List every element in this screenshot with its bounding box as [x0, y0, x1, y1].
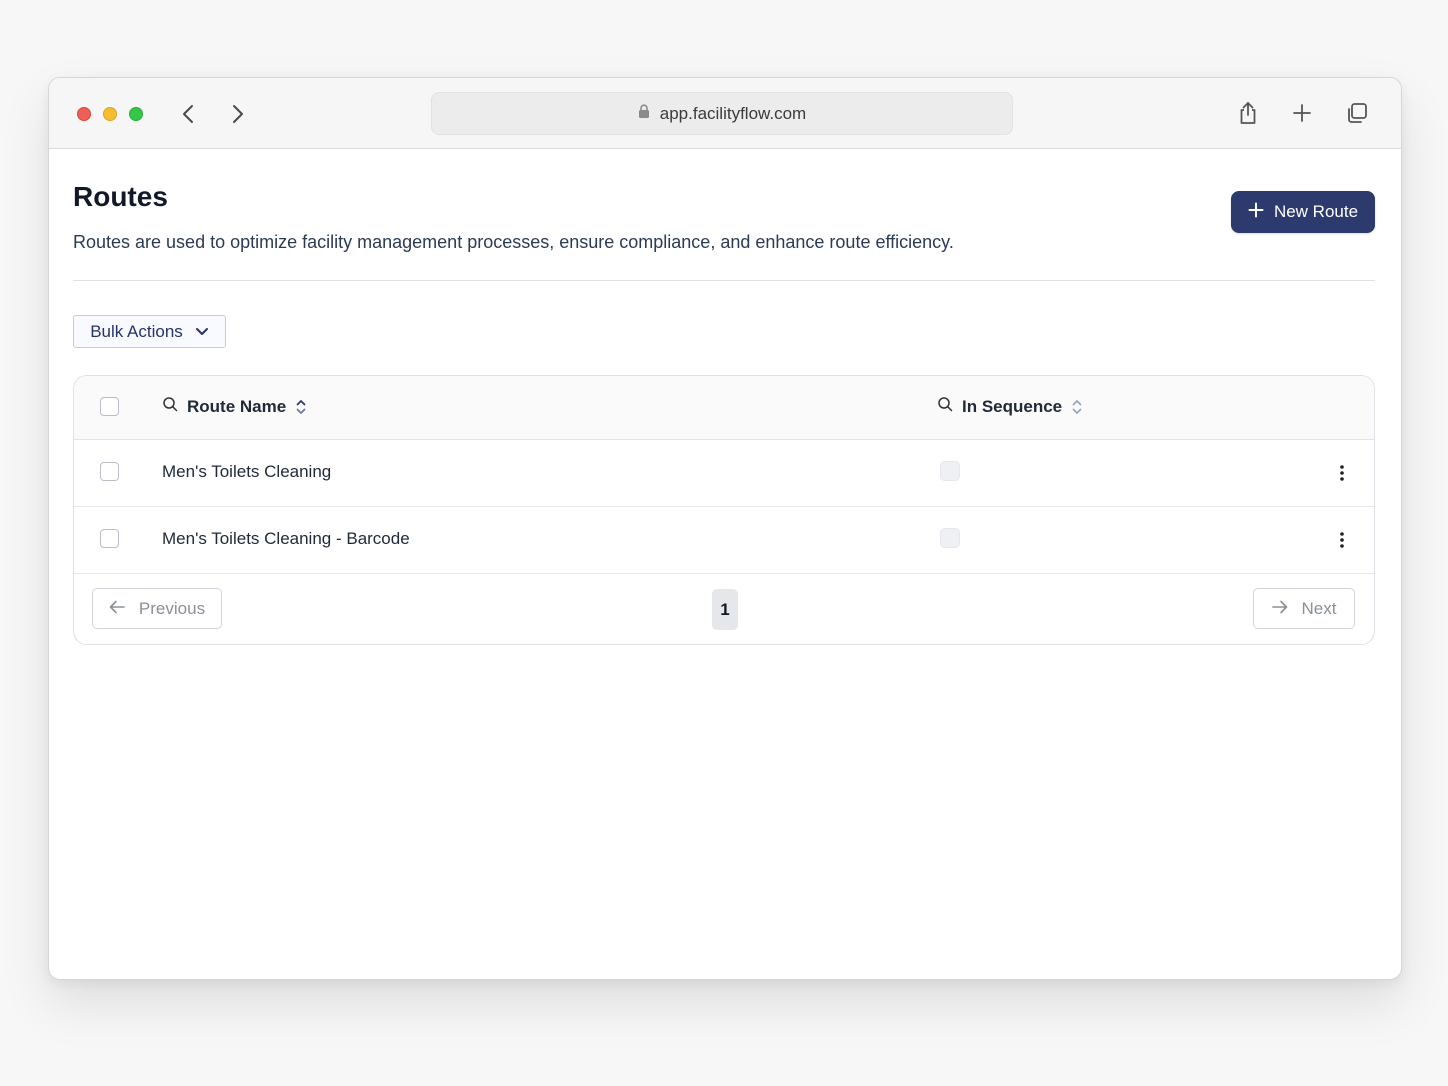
browser-window: app.facilityflow.com Routes Routes are u… — [48, 77, 1402, 980]
select-all-checkbox[interactable] — [100, 397, 119, 416]
browser-toolbar: app.facilityflow.com — [49, 78, 1401, 149]
previous-page-button[interactable]: Previous — [92, 588, 222, 629]
search-icon[interactable] — [937, 396, 953, 417]
in-sequence-checkbox — [940, 461, 960, 481]
column-in-sequence: In Sequence — [937, 396, 1083, 417]
column-label-in-sequence: In Sequence — [962, 396, 1063, 416]
header-divider — [73, 280, 1375, 281]
chevron-down-icon — [195, 322, 209, 342]
new-route-button[interactable]: New Route — [1231, 191, 1375, 233]
column-label-route-name: Route Name — [187, 396, 287, 416]
sort-icon[interactable] — [295, 398, 307, 416]
share-icon[interactable] — [1235, 100, 1261, 126]
page-description: Routes are used to optimize facility man… — [73, 232, 954, 252]
more-options-icon[interactable] — [1332, 460, 1352, 486]
minimize-window-button[interactable] — [103, 107, 117, 121]
plus-icon — [1248, 202, 1264, 223]
url-text: app.facilityflow.com — [659, 103, 807, 123]
forward-icon[interactable] — [226, 102, 250, 126]
in-sequence-checkbox — [940, 528, 960, 548]
new-route-label: New Route — [1273, 202, 1359, 221]
close-window-button[interactable] — [77, 107, 91, 121]
row-checkbox[interactable] — [100, 529, 119, 548]
page-number-current[interactable]: 1 — [712, 589, 738, 630]
bulk-actions-label: Bulk Actions — [90, 321, 183, 341]
routes-table: Route Name In Sequence Men's Toilets Cle… — [73, 375, 1375, 645]
bulk-actions-dropdown[interactable]: Bulk Actions — [73, 315, 226, 348]
search-icon[interactable] — [162, 396, 178, 417]
column-route-name: Route Name — [162, 396, 307, 417]
arrow-left-icon — [109, 599, 125, 619]
sort-icon[interactable] — [1071, 398, 1083, 416]
more-options-icon[interactable] — [1332, 527, 1352, 553]
previous-label: Previous — [138, 598, 206, 618]
route-name-cell: Men's Toilets Cleaning - Barcode — [162, 529, 410, 548]
maximize-window-button[interactable] — [129, 107, 143, 121]
arrow-right-icon — [1271, 599, 1288, 619]
page-title: Routes — [73, 181, 168, 212]
route-name-cell: Men's Toilets Cleaning — [162, 462, 332, 481]
next-label: Next — [1301, 598, 1337, 618]
table-header: Route Name In Sequence — [74, 376, 1374, 440]
next-page-button[interactable]: Next — [1253, 588, 1355, 629]
row-checkbox[interactable] — [100, 462, 119, 481]
lock-icon — [638, 103, 650, 124]
tab-overview-icon[interactable] — [1344, 100, 1370, 126]
table-row[interactable]: Men's Toilets Cleaning - Barcode — [74, 507, 1374, 574]
address-bar[interactable]: app.facilityflow.com — [431, 92, 1013, 135]
back-icon[interactable] — [176, 102, 200, 126]
new-tab-icon[interactable] — [1289, 100, 1315, 126]
table-row[interactable]: Men's Toilets Cleaning — [74, 440, 1374, 507]
